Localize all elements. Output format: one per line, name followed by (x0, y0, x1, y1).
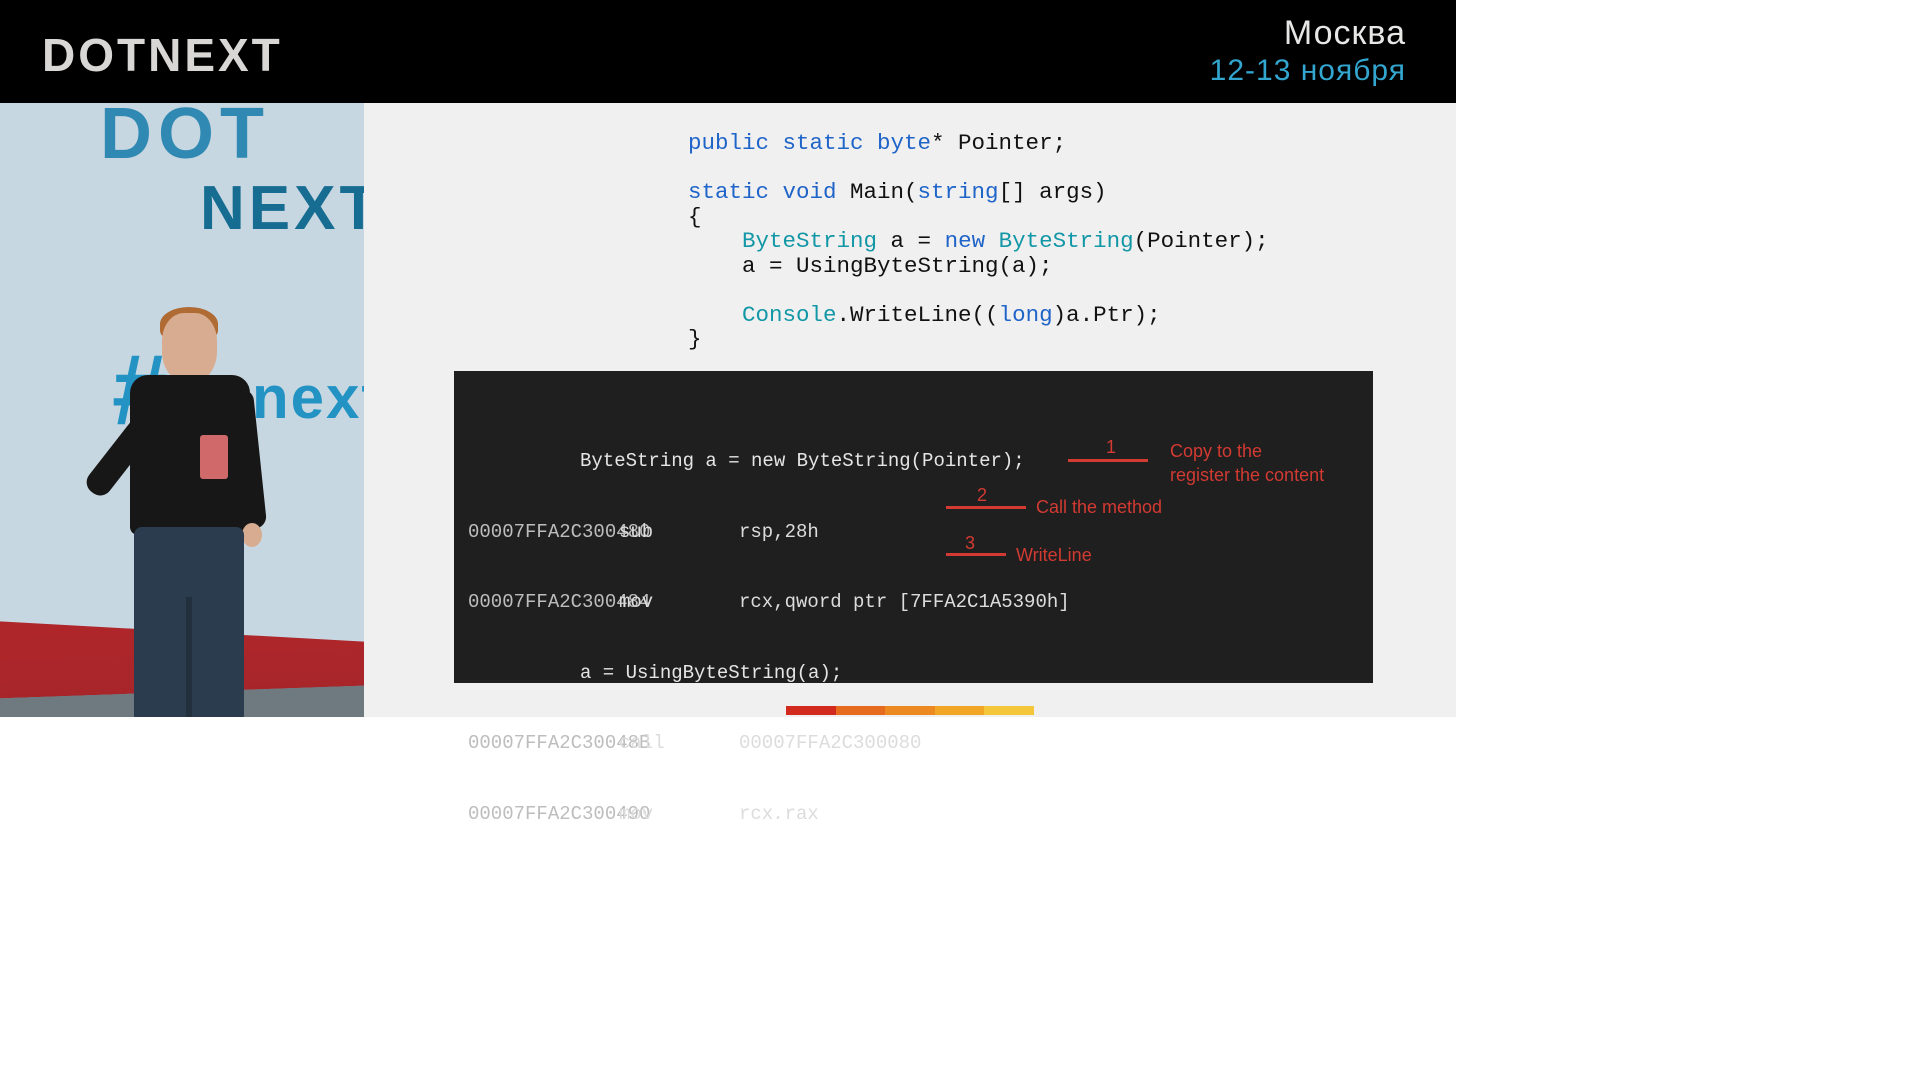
strip-seg (836, 706, 886, 715)
asm-source-line: ByteString a = new ByteString(Pointer); (454, 450, 1070, 474)
code-text: a = (877, 228, 945, 254)
strip-seg (885, 706, 935, 715)
code-text: { (688, 204, 702, 230)
annotation-line (946, 553, 1006, 556)
speaker-video: DОТ NEXT # tnext (0, 103, 364, 717)
asm-row: 00007FFA2C300484movrcx,qword ptr [7FFA2C… (454, 591, 1070, 615)
annotation-text: Copy to the (1170, 441, 1262, 462)
code-type: ByteString (985, 228, 1134, 254)
code-text: * Pointer; (931, 130, 1066, 156)
code-type: Console (742, 302, 837, 328)
annotation-line (1068, 459, 1148, 462)
code-text: } (688, 326, 702, 352)
annotation-text: WriteLine (1016, 545, 1092, 566)
code-text: (Pointer); (1134, 228, 1269, 254)
video-frame: DOTNEXT Москва 12-13 ноября DОТ NEXT # t… (0, 0, 1456, 819)
speaker-figure (120, 313, 260, 717)
annotation-number: 2 (977, 485, 987, 506)
code-text: Main( (837, 179, 918, 205)
asm-listing: ByteString a = new ByteString(Pointer); … (454, 403, 1070, 819)
code-text: [] args) (999, 179, 1107, 205)
annotation-text: Call the method (1036, 497, 1162, 518)
conference-logo: DOTNEXT (42, 28, 283, 82)
code-text: .WriteLine(( (837, 302, 999, 328)
code-text: )a.Ptr); (1053, 302, 1161, 328)
header-meta: Москва 12-13 ноября (1210, 14, 1406, 88)
strip-seg (935, 706, 985, 715)
presentation-slide: public static byte* Pointer; static void… (364, 103, 1456, 717)
color-strip (786, 706, 1034, 715)
asm-row: 00007FFA2C30048Bcall00007FFA2C300080 (454, 732, 1070, 756)
header-bar: DOTNEXT Москва 12-13 ноября (0, 0, 1456, 103)
asm-row: 00007FFA2C300490movrcx,rax (454, 803, 1070, 820)
asm-row: 00007FFA2C300480subrsp,28h (454, 521, 1070, 545)
code-kw: public static byte (688, 130, 931, 156)
code-kw: long (999, 302, 1053, 328)
annotation-number: 3 (965, 533, 975, 554)
strip-seg (984, 706, 1034, 715)
csharp-code-block: public static byte* Pointer; static void… (688, 131, 1269, 352)
code-text (688, 302, 742, 328)
city-label: Москва (1210, 14, 1406, 53)
asm-panel: ByteString a = new ByteString(Pointer); … (454, 371, 1373, 683)
annotation-number: 1 (1106, 437, 1116, 458)
wall-text-next: NEXT (200, 173, 364, 244)
code-kw: static void (688, 179, 837, 205)
strip-seg (786, 706, 836, 715)
code-kw: string (918, 179, 999, 205)
annotation-text: register the content (1170, 465, 1324, 486)
annotation-line (946, 506, 1026, 509)
date-label: 12-13 ноября (1210, 54, 1406, 88)
code-text (688, 228, 742, 254)
asm-source-line: a = UsingByteString(a); (454, 662, 1070, 686)
code-kw: new (945, 228, 986, 254)
code-type: ByteString (742, 228, 877, 254)
wall-text-dot: DОТ (100, 103, 270, 175)
code-text: a = UsingByteString(a); (688, 253, 1053, 279)
